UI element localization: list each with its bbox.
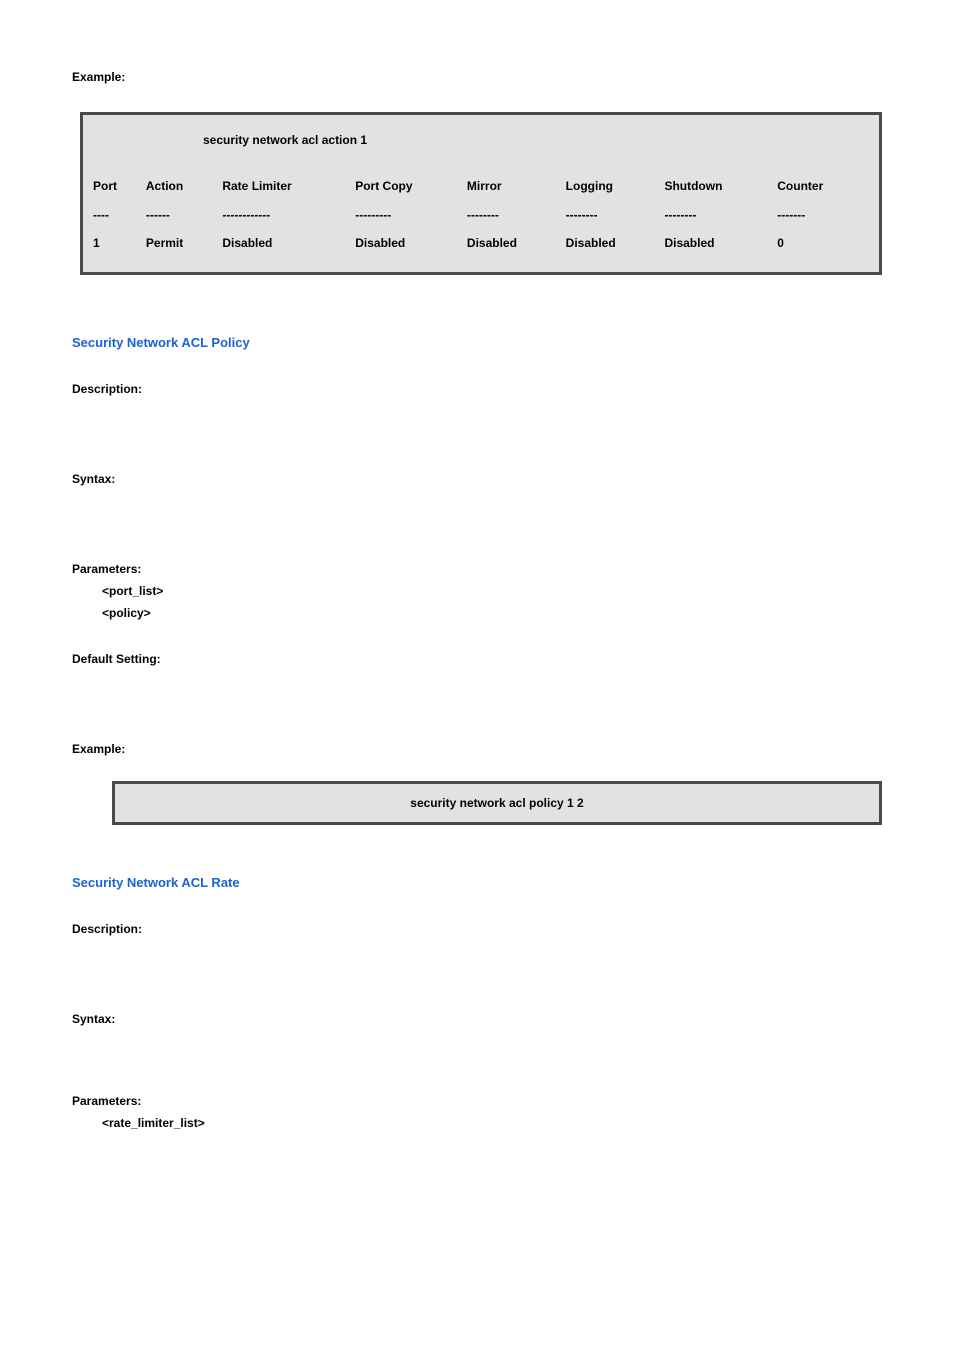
cell-port: 1 bbox=[93, 229, 146, 258]
dash-cell: -------- bbox=[566, 201, 665, 230]
dash-cell: ------ bbox=[146, 201, 222, 230]
dash-cell: -------- bbox=[664, 201, 777, 230]
action-table: Port Action Rate Limiter Port Copy Mirro… bbox=[93, 172, 869, 258]
policy-parameters-label: Parameters: bbox=[72, 562, 882, 576]
rate-description-label: Description: bbox=[72, 922, 882, 936]
policy-default-label: Default Setting: bbox=[72, 652, 882, 666]
th-port: Port bbox=[93, 172, 146, 201]
policy-description-label: Description: bbox=[72, 382, 882, 396]
codebox-policy: security network acl policy 1 2 bbox=[112, 781, 882, 825]
rate-parameters-label: Parameters: bbox=[72, 1094, 882, 1108]
codebox-action-prompt: security network acl action 1 bbox=[93, 129, 869, 152]
cell-counter: 0 bbox=[777, 229, 869, 258]
table-dash-row: ---- ------ ------------ --------- -----… bbox=[93, 201, 869, 230]
cell-rate-limiter: Disabled bbox=[222, 229, 355, 258]
param-port-list: <port_list> bbox=[102, 584, 882, 598]
dash-cell: -------- bbox=[467, 201, 566, 230]
cell-shutdown: Disabled bbox=[664, 229, 777, 258]
dash-cell: ---- bbox=[93, 201, 146, 230]
policy-syntax-label: Syntax: bbox=[72, 472, 882, 486]
th-logging: Logging bbox=[566, 172, 665, 201]
table-header-row: Port Action Rate Limiter Port Copy Mirro… bbox=[93, 172, 869, 201]
dash-cell: --------- bbox=[355, 201, 467, 230]
param-policy: <policy> bbox=[102, 606, 882, 620]
dash-cell: ------- bbox=[777, 201, 869, 230]
section-title-policy: Security Network ACL Policy bbox=[72, 335, 882, 350]
th-port-copy: Port Copy bbox=[355, 172, 467, 201]
th-counter: Counter bbox=[777, 172, 869, 201]
rate-params: <rate_limiter_list> bbox=[72, 1116, 882, 1130]
dash-cell: ------------ bbox=[222, 201, 355, 230]
th-shutdown: Shutdown bbox=[664, 172, 777, 201]
policy-example-label: Example: bbox=[72, 742, 882, 756]
cell-port-copy: Disabled bbox=[355, 229, 467, 258]
th-rate-limiter: Rate Limiter bbox=[222, 172, 355, 201]
section-title-rate: Security Network ACL Rate bbox=[72, 875, 882, 890]
policy-params: <port_list> <policy> bbox=[72, 584, 882, 620]
page-content: Example: security network acl action 1 P… bbox=[0, 0, 954, 1178]
cell-mirror: Disabled bbox=[467, 229, 566, 258]
th-action: Action bbox=[146, 172, 222, 201]
example1-label: Example: bbox=[72, 70, 882, 84]
param-rate-limiter-list: <rate_limiter_list> bbox=[102, 1116, 882, 1130]
cell-action: Permit bbox=[146, 229, 222, 258]
cell-logging: Disabled bbox=[566, 229, 665, 258]
table-row: 1 Permit Disabled Disabled Disabled Disa… bbox=[93, 229, 869, 258]
th-mirror: Mirror bbox=[467, 172, 566, 201]
rate-syntax-label: Syntax: bbox=[72, 1012, 882, 1026]
codebox-action: security network acl action 1 Port Actio… bbox=[80, 112, 882, 275]
